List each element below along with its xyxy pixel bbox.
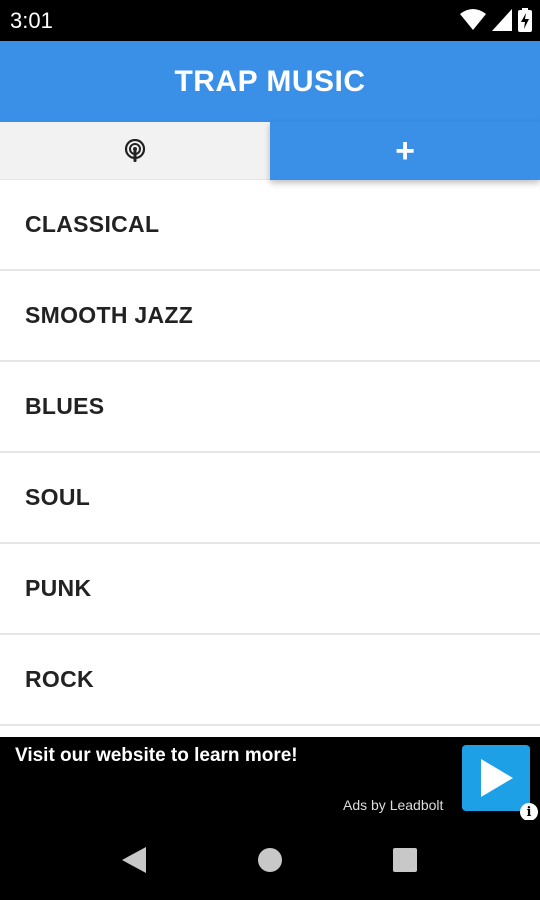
- genre-label: ROCK: [25, 666, 94, 692]
- genre-list: CLASSICAL SMOOTH JAZZ BLUES SOUL PUNK RO…: [0, 180, 540, 726]
- genre-item-smooth-jazz[interactable]: SMOOTH JAZZ: [0, 271, 540, 362]
- navigation-bar: [0, 820, 540, 900]
- recents-button[interactable]: [389, 844, 421, 876]
- ad-banner[interactable]: Visit our website to learn more! Ads by …: [0, 737, 540, 821]
- ad-attribution: Ads by Leadbolt: [343, 797, 444, 813]
- genre-label: PUNK: [25, 575, 92, 601]
- play-icon: [481, 759, 513, 797]
- genre-item-classical[interactable]: CLASSICAL: [0, 180, 540, 271]
- recents-icon: [393, 848, 417, 872]
- tab-podcast[interactable]: [0, 122, 270, 180]
- genre-item-blues[interactable]: BLUES: [0, 362, 540, 453]
- genre-item-rock[interactable]: ROCK: [0, 635, 540, 726]
- genre-item-punk[interactable]: PUNK: [0, 544, 540, 635]
- tab-add[interactable]: +: [270, 122, 540, 180]
- status-bar: 3:01: [0, 0, 540, 41]
- status-time: 3:01: [10, 8, 53, 33]
- app-title: TRAP MUSIC: [174, 64, 366, 98]
- back-icon: [122, 847, 146, 873]
- ad-info-button[interactable]: i: [520, 803, 538, 821]
- genre-label: BLUES: [25, 393, 105, 419]
- status-icons: [460, 7, 532, 33]
- podcast-icon: [124, 138, 146, 162]
- app-bar: TRAP MUSIC: [0, 41, 540, 122]
- genre-label: SOUL: [25, 484, 91, 510]
- info-icon: i: [526, 804, 532, 820]
- tab-bar: +: [0, 122, 540, 180]
- cell-signal-icon: [492, 9, 512, 31]
- wifi-icon: [460, 9, 486, 30]
- home-button[interactable]: [254, 844, 286, 876]
- back-button[interactable]: [118, 844, 150, 876]
- ad-play-button[interactable]: [462, 745, 530, 811]
- genre-label: SMOOTH JAZZ: [25, 302, 194, 328]
- battery-charging-icon: [518, 8, 532, 32]
- genre-item-soul[interactable]: SOUL: [0, 453, 540, 544]
- ad-headline[interactable]: Visit our website to learn more!: [15, 745, 298, 767]
- plus-icon: +: [395, 132, 415, 170]
- home-icon: [258, 848, 282, 872]
- genre-label: CLASSICAL: [25, 211, 160, 237]
